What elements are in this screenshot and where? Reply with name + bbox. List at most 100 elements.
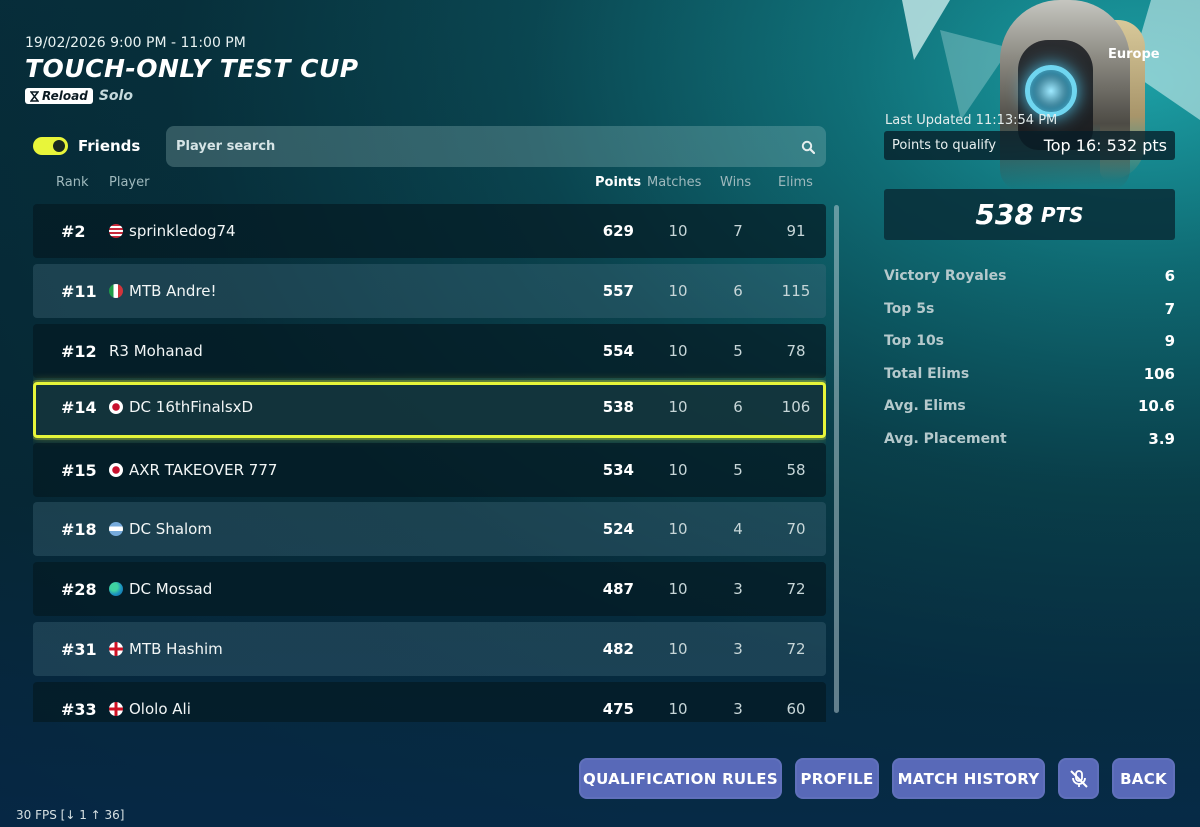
stat-row: Top 10s 9 <box>884 325 1175 358</box>
last-updated: Last Updated 11:13:54 PM <box>885 113 1058 128</box>
it-flag-icon <box>109 284 123 298</box>
row-rank: #12 <box>61 341 97 361</box>
leaderboard-list[interactable]: #2 sprinkledog74 629 10 7 91 #11 MTB And… <box>33 204 826 722</box>
player-name: R3 Mohanad <box>109 342 203 360</box>
qualify-label: Points to qualify <box>892 138 997 153</box>
stat-row: Avg. Placement 3.9 <box>884 423 1175 456</box>
profile-button[interactable]: PROFILE <box>795 758 879 799</box>
table-row[interactable]: #31 MTB Hashim 482 10 3 72 <box>33 622 826 676</box>
row-points: 482 <box>602 640 634 658</box>
qualify-value: Top 16: 532 pts <box>1043 136 1167 155</box>
player-name: DC Shalom <box>129 520 212 538</box>
jp-flag-icon <box>109 463 123 477</box>
match-history-button[interactable]: MATCH HISTORY <box>892 758 1045 799</box>
player-name: Ololo Ali <box>129 700 191 718</box>
row-player: R3 Mohanad <box>109 324 203 378</box>
row-matches: 10 <box>668 222 688 240</box>
row-elims: 60 <box>786 700 806 718</box>
row-elims: 70 <box>786 520 806 538</box>
row-elims: 78 <box>786 342 806 360</box>
row-rank: #11 <box>61 281 97 301</box>
stat-row: Avg. Elims 10.6 <box>884 390 1175 423</box>
friends-label: Friends <box>78 137 141 155</box>
player-points: 538 <box>975 198 1034 231</box>
row-points: 557 <box>602 282 634 300</box>
stat-label: Top 10s <box>884 333 945 350</box>
row-wins: 5 <box>733 461 743 479</box>
us-flag-icon <box>109 224 123 238</box>
row-rank: #2 <box>61 221 86 241</box>
event-title: TOUCH-ONLY TEST CUP <box>25 54 359 83</box>
row-matches: 10 <box>668 520 688 538</box>
toggle-switch[interactable] <box>33 137 68 155</box>
col-elims[interactable]: Elims <box>778 175 813 190</box>
player-stats: Victory Royales 6 Top 5s 7 Top 10s 9 Total … <box>884 260 1175 455</box>
row-points: 475 <box>602 700 634 718</box>
table-row-current-player[interactable]: #14 DC 16thFinalsxD 538 10 6 106 <box>33 382 826 438</box>
mode-label: Solo <box>98 88 133 104</box>
row-elims: 72 <box>786 580 806 598</box>
stat-row: Victory Royales 6 <box>884 260 1175 293</box>
row-matches: 10 <box>668 282 688 300</box>
col-matches[interactable]: Matches <box>647 175 701 190</box>
mic-off-icon <box>1069 769 1088 788</box>
row-rank: #28 <box>61 579 97 599</box>
reload-badge: Reload <box>25 88 93 104</box>
friends-toggle[interactable]: Friends <box>33 137 140 155</box>
mute-mic-button[interactable] <box>1058 758 1099 799</box>
row-wins: 3 <box>733 580 743 598</box>
row-points: 524 <box>602 520 634 538</box>
row-matches: 10 <box>668 398 688 416</box>
row-points: 629 <box>602 222 634 240</box>
row-wins: 7 <box>733 222 743 240</box>
player-name: DC 16thFinalsxD <box>129 398 254 416</box>
qualification-rules-button[interactable]: QUALIFICATION RULES <box>579 758 782 799</box>
ar-flag-icon <box>109 522 123 536</box>
table-row[interactable]: #12 R3 Mohanad 554 10 5 78 <box>33 324 826 378</box>
player-name: MTB Andre! <box>129 282 217 300</box>
row-elims: 106 <box>781 398 811 416</box>
search-icon[interactable] <box>800 139 816 155</box>
row-matches: 10 <box>668 700 688 718</box>
jp-flag-icon <box>109 400 123 414</box>
row-player: MTB Hashim <box>109 622 223 676</box>
row-player: DC 16thFinalsxD <box>109 382 253 432</box>
row-player: DC Shalom <box>109 502 212 556</box>
stat-label: Victory Royales <box>884 268 1007 285</box>
row-points: 534 <box>602 461 634 479</box>
table-row[interactable]: #2 sprinkledog74 629 10 7 91 <box>33 204 826 258</box>
row-rank: #31 <box>61 639 97 659</box>
back-button[interactable]: BACK <box>1112 758 1175 799</box>
event-date: 19/02/2026 9:00 PM - 11:00 PM <box>25 35 246 51</box>
row-matches: 10 <box>668 640 688 658</box>
col-points[interactable]: Points <box>595 175 641 190</box>
player-name: sprinkledog74 <box>129 222 236 240</box>
points-to-qualify: Points to qualify Top 16: 532 pts <box>884 131 1175 160</box>
event-mode-row: Reload Solo <box>25 88 133 104</box>
table-row[interactable]: #28 DC Mossad 487 10 3 72 <box>33 562 826 616</box>
stat-value: 106 <box>1143 364 1175 383</box>
player-search[interactable] <box>166 126 826 167</box>
england-flag-icon <box>109 642 123 656</box>
row-wins: 6 <box>733 282 743 300</box>
table-row[interactable]: #18 DC Shalom 524 10 4 70 <box>33 502 826 556</box>
hourglass-icon <box>30 90 39 102</box>
scrollbar-thumb[interactable] <box>834 205 839 713</box>
table-row[interactable]: #11 MTB Andre! 557 10 6 115 <box>33 264 826 318</box>
row-wins: 5 <box>733 342 743 360</box>
row-rank: #33 <box>61 699 97 719</box>
row-player: DC Mossad <box>109 562 212 616</box>
stat-row: Top 5s 7 <box>884 293 1175 326</box>
row-elims: 91 <box>786 222 806 240</box>
table-row[interactable]: #15 AXR TAKEOVER 777 534 10 5 58 <box>33 443 826 497</box>
col-wins[interactable]: Wins <box>720 175 751 190</box>
england-flag-icon <box>109 702 123 716</box>
row-rank: #14 <box>61 397 97 417</box>
row-rank: #18 <box>61 519 97 539</box>
table-row[interactable]: #33 Ololo Ali 475 10 3 60 <box>33 682 826 722</box>
stat-label: Total Elims <box>884 365 970 382</box>
row-matches: 10 <box>668 342 688 360</box>
search-input[interactable] <box>176 139 800 154</box>
row-elims: 115 <box>781 282 811 300</box>
row-matches: 10 <box>668 461 688 479</box>
